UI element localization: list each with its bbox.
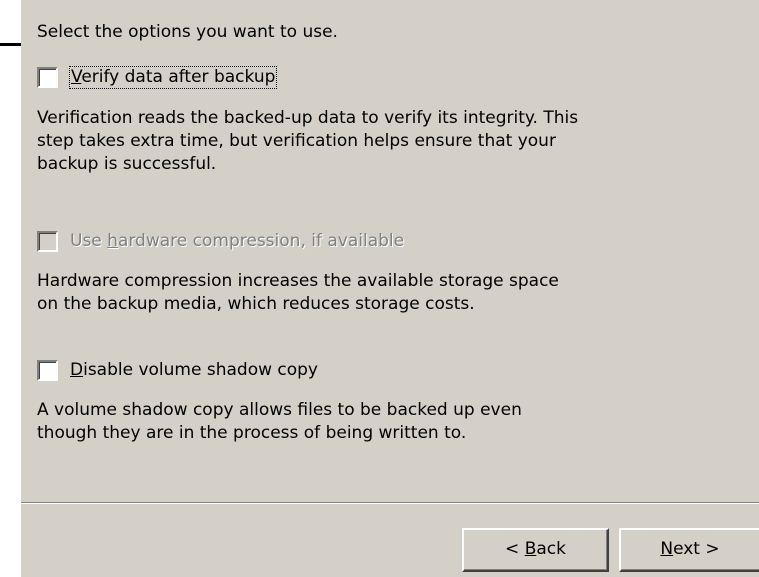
label-rest: erify data after backup xyxy=(81,67,276,87)
next-rest: ext > xyxy=(673,539,720,559)
label-rest: ardware compression, if available xyxy=(117,231,405,251)
hardware-compression-option: Use hardware compression, if available xyxy=(37,231,457,253)
verify-data-checkbox[interactable] xyxy=(37,67,58,88)
hardware-compression-checkbox xyxy=(37,231,58,252)
instruction-text: Select the options you want to use. xyxy=(37,22,338,42)
label-mnemonic: V xyxy=(71,67,82,87)
edge-mark xyxy=(0,43,21,46)
footer-separator-highlight xyxy=(21,503,759,504)
verify-data-description: Verification reads the backed-up data to… xyxy=(37,108,579,174)
disable-shadow-copy-description: A volume shadow copy allows files to be … xyxy=(37,400,522,443)
disable-shadow-copy-option[interactable]: Disable volume shadow copy xyxy=(37,360,357,382)
label-prefix: Use xyxy=(70,231,108,251)
next-mnemonic: N xyxy=(660,539,674,559)
verify-data-option[interactable]: Verify data after backup xyxy=(37,66,337,89)
backup-options-dialog: Select the options you want to use. Veri… xyxy=(0,0,759,577)
back-rest: ack xyxy=(536,539,566,559)
label-mnemonic: h xyxy=(107,231,118,251)
hardware-compression-label: Use hardware compression, if available xyxy=(70,231,404,252)
disable-shadow-copy-checkbox[interactable] xyxy=(37,360,58,381)
disable-shadow-copy-label[interactable]: Disable volume shadow copy xyxy=(70,360,318,381)
hardware-compression-description: Hardware compression increases the avail… xyxy=(37,271,559,314)
back-mnemonic: B xyxy=(524,539,537,559)
label-rest: isable volume shadow copy xyxy=(83,360,318,380)
back-button[interactable]: < Back xyxy=(462,528,609,572)
label-mnemonic: D xyxy=(70,360,84,380)
left-white-strip xyxy=(0,0,21,577)
verify-data-label[interactable]: Verify data after backup xyxy=(68,66,278,89)
next-button[interactable]: Next > xyxy=(619,528,759,572)
back-prefix: < xyxy=(505,539,525,559)
